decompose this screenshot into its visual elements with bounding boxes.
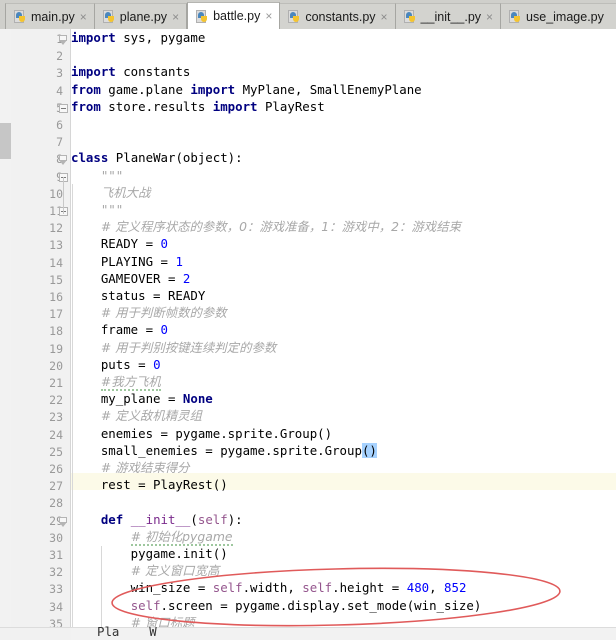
python-file-icon (403, 10, 417, 23)
code-line[interactable]: class PlaneWar(object): (71, 149, 243, 166)
code-folding-column[interactable] (55, 29, 71, 640)
tab-close-icon[interactable]: × (80, 11, 87, 23)
clipped-code-fragment: Pla W (97, 624, 157, 639)
code-line[interactable]: puts = 0 (71, 356, 161, 373)
code-line[interactable]: import sys, pygame (71, 29, 205, 46)
code-line[interactable]: GAMEOVER = 2 (71, 270, 191, 287)
code-line[interactable]: # 定义程序状态的参数，0：游戏准备，1：游戏中，2：游戏结束 (71, 218, 461, 235)
fold-toggle-icon[interactable] (59, 35, 68, 45)
fold-toggle-icon[interactable] (59, 103, 68, 113)
python-file-icon (196, 9, 209, 23)
tab-close-icon[interactable]: × (172, 11, 179, 23)
python-file-icon (14, 10, 27, 23)
fold-toggle-icon[interactable] (59, 516, 68, 527)
code-line[interactable]: # 定义窗口宽高 (71, 562, 220, 579)
tab-plane-py[interactable]: plane.py × (94, 3, 188, 29)
pycharm-editor-window: main.py × plane.py × battle.py × constan… (0, 0, 616, 640)
code-line[interactable]: # 游戏结束得分 (71, 459, 190, 476)
code-line[interactable]: #我方飞机 (71, 373, 161, 391)
code-line[interactable]: """ (71, 167, 123, 184)
tab-label: constants.py (305, 9, 376, 24)
editor-bottom-clipped-row: Pla W (0, 624, 616, 640)
code-line[interactable]: from store.results import PlayRest (71, 98, 325, 115)
code-line[interactable]: small_enemies = pygame.sprite.Group() (71, 442, 377, 459)
tab-close-icon[interactable]: × (381, 11, 388, 23)
tab-label: battle.py (213, 9, 261, 23)
code-editor[interactable]: 1234567891011121314151617181920212223242… (0, 29, 616, 640)
code-line[interactable]: # 用于判别按键连续判定的参数 (71, 339, 276, 356)
python-file-icon (102, 10, 116, 23)
code-line[interactable]: """ (71, 201, 123, 218)
code-line[interactable]: 飞机大战 (71, 184, 151, 201)
code-line[interactable]: my_plane = None (71, 390, 213, 407)
code-line[interactable]: # 定义敌机精灵组 (71, 407, 202, 424)
editor-tab-bar: main.py × plane.py × battle.py × constan… (0, 0, 616, 29)
code-line[interactable]: # 用于判断帧数的参数 (71, 304, 227, 321)
code-line[interactable]: rest = PlayRest() (71, 476, 228, 493)
code-line[interactable]: win_size = self.width, self.height = 480… (71, 579, 467, 596)
tab-close-icon[interactable]: × (486, 11, 493, 23)
code-line[interactable]: frame = 0 (71, 321, 168, 338)
code-line[interactable]: pygame.init() (71, 545, 228, 562)
code-line[interactable]: def __init__(self): (71, 511, 243, 528)
tab-battle-py[interactable]: battle.py × (187, 2, 281, 29)
fold-region-bar (63, 176, 64, 215)
tab-label: main.py (31, 9, 75, 24)
fold-toggle-icon[interactable] (59, 155, 68, 166)
tab-label: plane.py (119, 9, 168, 24)
code-text-area[interactable]: import sys, pygame import constants from g… (71, 29, 616, 640)
tab-label: use_image.py (526, 9, 604, 24)
code-line[interactable]: # 初始化pygame (71, 528, 233, 546)
tab-label: __init__.py (420, 9, 482, 24)
python-file-icon (288, 10, 301, 23)
code-line[interactable]: self.screen = pygame.display.set_mode(wi… (71, 597, 482, 614)
code-line[interactable]: status = READY (71, 287, 205, 304)
tab-use-image-py[interactable]: use_image.py (501, 3, 616, 29)
scrollbar-thumb[interactable] (0, 123, 11, 159)
code-line[interactable]: from game.plane import MyPlane, SmallEne… (71, 81, 422, 98)
tab-main-py[interactable]: main.py × (5, 3, 95, 29)
tab-close-icon[interactable]: × (265, 10, 272, 22)
code-line[interactable]: enemies = pygame.sprite.Group() (71, 425, 332, 442)
code-line[interactable]: PLAYING = 1 (71, 253, 183, 270)
code-line[interactable]: import constants (71, 63, 190, 80)
tab-init-py[interactable]: __init__.py × (395, 3, 502, 29)
python-file-icon (509, 10, 522, 23)
code-line[interactable]: READY = 0 (71, 235, 168, 252)
tab-constants-py[interactable]: constants.py × (280, 3, 396, 29)
